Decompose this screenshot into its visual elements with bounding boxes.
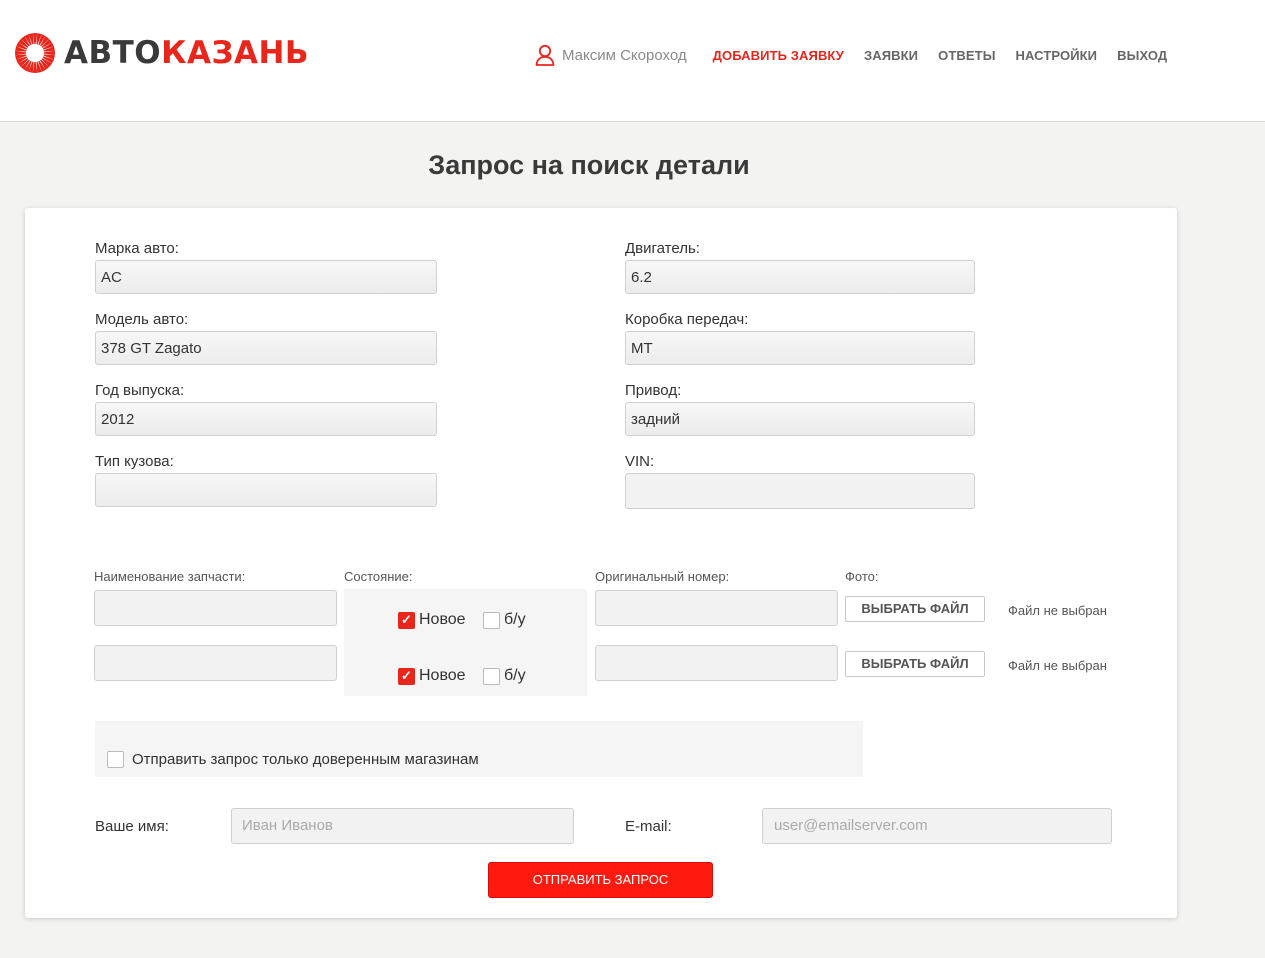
condition-header: Состояние: [344,569,413,584]
condition-used-label-1: б/у [504,611,526,628]
year-label: Год выпуска: [95,382,185,399]
user-icon [535,44,555,66]
condition-new-label-2: Новое [419,667,466,684]
user-menu[interactable]: Максим Скороход [535,44,687,66]
choose-file-button-1[interactable]: ВЫБРАТЬ ФАЙЛ [845,596,985,622]
drive-field[interactable]: задний [625,402,975,436]
nav-requests[interactable]: ЗАЯВКИ [864,48,918,63]
vin-label: VIN: [625,453,655,470]
photo-header: Фото: [845,569,879,584]
part-name-header: Наименование запчасти: [94,569,246,584]
trusted-shops-checkbox[interactable]: Отправить запрос только доверенным магаз… [107,751,479,768]
nav-logout[interactable]: ВЫХОД [1117,48,1167,63]
nav-add-request[interactable]: ДОБАВИТЬ ЗАЯВКУ [713,48,844,63]
trusted-shops-label: Отправить запрос только доверенным магаз… [132,751,479,768]
original-number-field-1[interactable] [595,590,838,626]
model-label: Модель авто: [95,311,189,328]
engine-field[interactable]: 6.2 [625,260,975,294]
brand-field[interactable]: AC [95,260,437,294]
file-status-1: Файл не выбран [1008,603,1107,618]
request-form: Марка авто: AC Модель авто: 378 GT Zagat… [25,208,1177,918]
nav-settings[interactable]: НАСТРОЙКИ [1016,48,1098,63]
condition-used-2[interactable]: б/у [483,667,526,685]
logo-text: АВТОКАЗАНЬ [64,34,310,71]
original-number-field-2[interactable] [595,645,838,681]
logo-sun-icon [15,33,55,73]
checkbox-unchecked-icon[interactable] [483,611,500,629]
condition-used-1[interactable]: б/у [483,611,526,629]
file-status-2: Файл не выбран [1008,658,1107,673]
part-name-field-2[interactable] [94,645,337,681]
condition-new-2[interactable]: ✓ Новое [398,667,466,685]
body-type-label: Тип кузова: [95,453,174,470]
brand-label: Марка авто: [95,240,179,257]
top-nav: Максим Скороход ДОБАВИТЬ ЗАЯВКУ ЗАЯВКИ О… [535,44,1187,66]
submit-request-button[interactable]: ОТПРАВИТЬ ЗАПРОС [488,862,713,898]
original-number-header: Оригинальный номер: [595,569,730,584]
vin-field[interactable] [625,473,975,509]
page-title: Запрос на поиск детали [428,150,750,180]
checkbox-unchecked-icon[interactable] [483,667,500,685]
checkbox-checked-icon[interactable]: ✓ [398,611,415,629]
condition-new-1[interactable]: ✓ Новое [398,611,466,629]
nav-answers[interactable]: ОТВЕТЫ [938,48,995,63]
body-type-field[interactable] [95,473,437,507]
condition-new-label-1: Новое [419,611,466,628]
name-input[interactable]: Иван Иванов [231,808,574,844]
checkbox-checked-icon[interactable]: ✓ [398,667,415,685]
part-name-field-1[interactable] [94,590,337,626]
gearbox-label: Коробка передач: [625,311,749,328]
logo[interactable]: АВТОКАЗАНЬ [14,32,309,74]
gearbox-field[interactable]: MT [625,331,975,365]
trusted-shops-box: Отправить запрос только доверенным магаз… [95,721,863,777]
email-input[interactable]: user@emailserver.com [762,808,1112,844]
checkbox-unchecked-icon[interactable] [107,751,124,768]
model-field[interactable]: 378 GT Zagato [95,331,437,365]
email-label: E-mail: [625,818,672,835]
name-label: Ваше имя: [95,818,169,835]
year-field[interactable]: 2012 [95,402,437,436]
choose-file-button-2[interactable]: ВЫБРАТЬ ФАЙЛ [845,651,985,677]
drive-label: Привод: [625,382,682,399]
user-name: Максим Скороход [562,46,687,64]
condition-used-label-2: б/у [504,667,526,684]
header: АВТОКАЗАНЬ Максим Скороход ДОБАВИТЬ ЗАЯВ… [0,0,1265,122]
engine-label: Двигатель: [625,240,700,257]
